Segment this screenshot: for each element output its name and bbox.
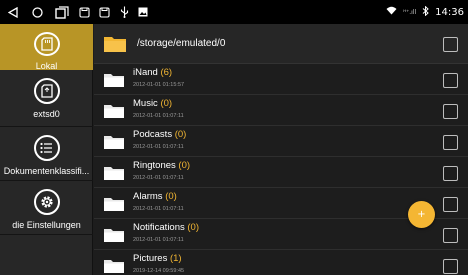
modified-date: 2012-01-01 01:07:11 — [133, 144, 184, 150]
folder-icon — [104, 105, 124, 118]
sidebar-item-label: extsd0 — [33, 109, 60, 119]
item-count: (0) — [165, 191, 177, 202]
screenshot-icon — [74, 0, 94, 24]
folder-icon — [104, 74, 124, 87]
home-icon[interactable] — [24, 0, 50, 24]
list-icon — [33, 135, 60, 161]
list-item[interactable]: Music (0) 2012-01-01 01:07:11 — [94, 95, 468, 126]
modified-date: 2012-01-01 01:07:11 — [133, 237, 184, 243]
item-count: (6) — [160, 67, 173, 78]
file-list: /storage/emulated/0 iNand (6) 2012-01-01… — [94, 24, 468, 275]
sd-card-icon — [33, 78, 60, 104]
item-count: (0) — [160, 98, 173, 109]
folder-name: Pictures (1) — [133, 253, 182, 264]
select-checkbox[interactable] — [443, 197, 458, 212]
select-checkbox[interactable] — [443, 73, 458, 88]
sidebar: Lokal extsd0 Dokumentenklassifi... die E… — [0, 24, 93, 275]
sidebar-item-label: Dokumentenklassifi... — [3, 166, 90, 176]
modified-date: 2012-01-01 01:15:57 — [133, 82, 185, 88]
select-checkbox[interactable] — [443, 135, 458, 150]
folder-name: Notifications (0) — [133, 222, 200, 233]
back-icon[interactable] — [2, 0, 24, 24]
folder-icon — [104, 37, 126, 52]
folder-icon — [104, 198, 124, 211]
add-button[interactable]: + — [408, 201, 435, 228]
modified-date: 2012-01-01 01:07:11 — [133, 206, 184, 212]
item-count: (0) — [187, 222, 200, 233]
list-item[interactable]: iNand (6) 2012-01-01 01:15:57 — [94, 64, 468, 95]
list-item[interactable]: Pictures (1) 2019-12-14 09:59:45 — [94, 250, 468, 275]
folder-name: Podcasts (0) — [133, 129, 187, 140]
select-checkbox[interactable] — [443, 37, 458, 52]
signal-icon: ᴴ⁺.ıll — [403, 8, 417, 16]
folder-icon — [104, 167, 124, 180]
select-checkbox[interactable] — [443, 104, 458, 119]
select-checkbox[interactable] — [443, 166, 458, 181]
divider — [0, 234, 93, 235]
recents-icon[interactable] — [50, 0, 74, 24]
usb-icon — [114, 0, 134, 24]
folder-name: Ringtones (0) — [133, 160, 191, 171]
bluetooth-icon — [422, 5, 429, 19]
list-item[interactable]: Ringtones (0) 2012-01-01 01:07:11 — [94, 157, 468, 188]
folder-name: Alarms (0) — [133, 191, 177, 202]
sidebar-item-einstellungen[interactable]: die Einstellungen — [0, 181, 93, 233]
plus-icon: + — [417, 208, 426, 220]
folder-icon — [104, 260, 124, 273]
sidebar-item-extsd0[interactable]: extsd0 — [0, 70, 93, 121]
gear-icon — [33, 189, 60, 215]
sd-card-icon — [33, 32, 60, 56]
status-indicators: ᴴ⁺.ıll 14:36 — [386, 0, 464, 24]
wifi-icon — [386, 6, 397, 18]
status-bar: ᴴ⁺.ıll 14:36 — [0, 0, 468, 24]
select-checkbox[interactable] — [443, 259, 458, 274]
image-icon — [134, 0, 152, 24]
modified-date: 2012-01-01 01:07:11 — [133, 113, 184, 119]
folder-icon — [104, 229, 124, 242]
current-path-row[interactable]: /storage/emulated/0 — [94, 24, 468, 64]
sidebar-item-label: die Einstellungen — [12, 220, 81, 230]
sidebar-item-dokumentenklassifizierung[interactable]: Dokumentenklassifi... — [0, 127, 93, 179]
select-checkbox[interactable] — [443, 228, 458, 243]
item-count: (0) — [178, 160, 191, 171]
sidebar-item-label: Lokal — [35, 60, 58, 70]
item-count: (1) — [169, 253, 182, 264]
screenshot-icon — [94, 0, 114, 24]
current-path: /storage/emulated/0 — [137, 38, 226, 49]
clock: 14:36 — [435, 6, 464, 18]
folder-name: iNand (6) — [133, 67, 173, 78]
list-item[interactable]: Podcasts (0) 2012-01-01 01:07:11 — [94, 126, 468, 157]
item-count: (0) — [174, 129, 187, 140]
sidebar-item-lokal[interactable]: Lokal — [0, 24, 93, 70]
folder-name: Music (0) — [133, 98, 173, 109]
modified-date: 2019-12-14 09:59:45 — [133, 268, 185, 274]
modified-date: 2012-01-01 01:07:11 — [133, 175, 184, 181]
folder-icon — [104, 136, 124, 149]
